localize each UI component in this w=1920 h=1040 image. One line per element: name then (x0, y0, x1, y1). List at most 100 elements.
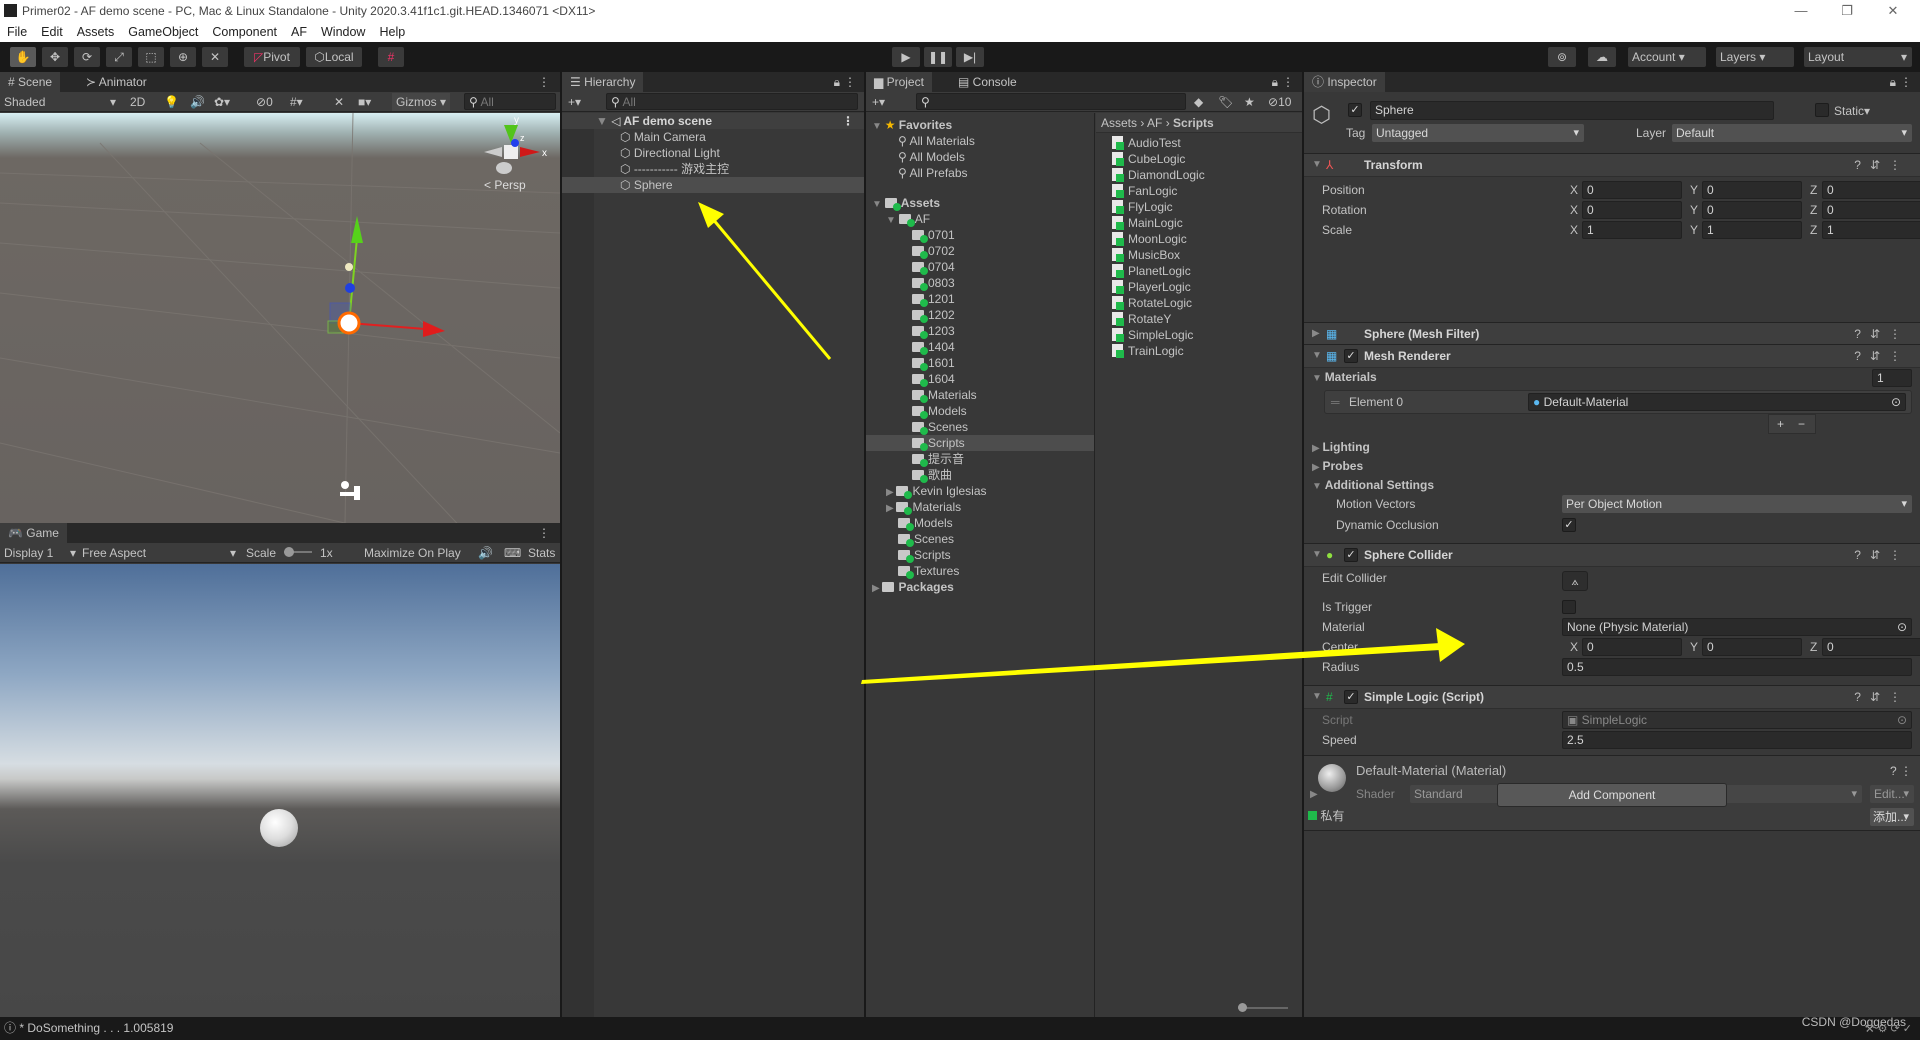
search-by-type-icon[interactable]: ◆ (1194, 93, 1203, 111)
project-folder[interactable]: Scripts (866, 435, 1094, 451)
motion-vectors-dropdown[interactable]: Per Object Motion (1562, 495, 1912, 513)
grid-snap-icon[interactable]: # (378, 47, 404, 67)
position-y-input[interactable]: 0 (1702, 181, 1802, 199)
script-file[interactable]: MoonLogic (1096, 230, 1302, 246)
play-button[interactable]: ▶ (892, 47, 920, 67)
restore-button[interactable]: ❐ (1824, 0, 1870, 22)
scene-search-input[interactable]: ⚲ All (464, 93, 556, 110)
project-folder[interactable]: ▶ Materials (866, 499, 1094, 515)
project-folder[interactable]: Models (866, 515, 1094, 531)
menu-window[interactable]: Window (321, 22, 365, 42)
active-checkbox[interactable]: ✓ (1348, 103, 1362, 117)
tab-animator[interactable]: ≻ Animator (78, 72, 155, 92)
assets-folder[interactable]: ▼ Assets (866, 195, 1094, 211)
script-file[interactable]: FlyLogic (1096, 198, 1302, 214)
hand-tool-icon[interactable]: ✋ (10, 47, 36, 67)
lighting-foldout[interactable]: ▶ Lighting (1312, 438, 1370, 458)
packages-folder[interactable]: ▶ Packages (866, 579, 1094, 595)
project-folder[interactable]: Textures (866, 563, 1094, 579)
hierarchy-more-icon[interactable]: ⋮ (836, 72, 864, 92)
maximize-on-play-toggle[interactable]: Maximize On Play (364, 544, 461, 562)
object-picker-icon[interactable]: ⊙ (1891, 394, 1901, 410)
hierarchy-item[interactable]: ⬡ Directional Light (562, 145, 864, 161)
edit-shader-button[interactable]: Edit... (1870, 785, 1914, 803)
probes-foldout[interactable]: ▶ Probes (1312, 457, 1363, 477)
position-y-axis-label[interactable]: Y (1690, 181, 1698, 199)
tab-inspector[interactable]: ⓘ Inspector (1304, 72, 1385, 92)
stats-toggle[interactable]: Stats (528, 544, 555, 562)
project-folder[interactable]: ▶ Kevin Iglesias (866, 483, 1094, 499)
project-folder[interactable]: 1203 (866, 323, 1094, 339)
tag-dropdown[interactable]: Untagged (1372, 124, 1584, 142)
collapse-arrow-icon[interactable]: ▶ (1310, 786, 1318, 804)
game-more-icon[interactable]: ⋮ (530, 523, 558, 543)
grid-dropdown-icon[interactable]: #▾ (290, 93, 303, 111)
scale-slider-thumb[interactable] (284, 547, 294, 557)
sphere-collider-enabled-checkbox[interactable]: ✓ (1344, 548, 1358, 562)
camera-dropdown-icon[interactable]: ■▾ (358, 93, 371, 111)
icon-size-slider[interactable] (1238, 1003, 1288, 1012)
project-folder[interactable]: 1601 (866, 355, 1094, 371)
scale-tool-icon[interactable]: ⤢ (106, 47, 132, 67)
is-trigger-checkbox[interactable] (1562, 600, 1576, 614)
scale-y-input[interactable]: 1 (1702, 221, 1802, 239)
object-picker-icon[interactable]: ⊙ (1897, 619, 1907, 635)
center-x-axis-label[interactable]: X (1570, 638, 1578, 656)
scene-viewport[interactable]: y x z < Persp (0, 113, 560, 523)
rotation-z-axis-label[interactable]: Z (1810, 201, 1817, 219)
favorite-item[interactable]: ⚲ All Prefabs (866, 165, 1094, 181)
dynamic-occlusion-checkbox[interactable]: ✓ (1562, 518, 1576, 532)
gameobject-cube-icon[interactable]: ⬡ (1312, 102, 1331, 128)
radius-input[interactable]: 0.5 (1562, 658, 1912, 676)
project-search-input[interactable]: ⚲ (916, 93, 1186, 110)
create-dropdown[interactable]: +▾ (872, 93, 885, 111)
cloud-icon[interactable]: ☁ (1588, 47, 1616, 67)
material-actions-icons[interactable]: ? ⋮ (1890, 762, 1912, 780)
pivot-button[interactable]: ◸Pivot (244, 47, 300, 67)
transform-tool-icon[interactable]: ⊕ (170, 47, 196, 67)
center-y-axis-label[interactable]: Y (1690, 638, 1698, 656)
project-folder[interactable]: 提示音 (866, 451, 1094, 467)
script-file[interactable]: PlanetLogic (1096, 262, 1302, 278)
script-file[interactable]: FanLogic (1096, 182, 1302, 198)
tools-icon[interactable]: ✕ (334, 93, 344, 111)
breadcrumb-assets[interactable]: Assets (1101, 116, 1137, 130)
script-file[interactable]: PlayerLogic (1096, 278, 1302, 294)
hierarchy-item[interactable]: ⬡ ----------- 游戏主控 (562, 161, 864, 177)
status-message[interactable]: * DoSomething . . . 1.005819 (19, 1021, 173, 1035)
script-file[interactable]: MainLogic (1096, 214, 1302, 230)
project-folder[interactable]: 1201 (866, 291, 1094, 307)
game-viewport[interactable] (0, 564, 560, 1017)
script-file[interactable]: SimpleLogic (1096, 326, 1302, 342)
scene-more-icon[interactable]: ⋮ (530, 72, 558, 92)
speed-input[interactable]: 2.5 (1562, 731, 1912, 749)
position-x-axis-label[interactable]: X (1570, 181, 1578, 199)
rotation-y-input[interactable]: 0 (1702, 201, 1802, 219)
hidden-objects-toggle[interactable]: ⊘0 (256, 93, 273, 111)
project-folder[interactable]: 1604 (866, 371, 1094, 387)
hierarchy-search-input[interactable]: ⚲ All (606, 93, 858, 110)
scale-x-input[interactable]: 1 (1582, 221, 1682, 239)
rotation-y-axis-label[interactable]: Y (1690, 201, 1698, 219)
component-actions-icons[interactable]: ?⇵⋮ (1854, 345, 1910, 367)
shading-mode-dropdown[interactable]: Shaded ▾ (4, 93, 120, 111)
menu-component[interactable]: Component (212, 22, 277, 42)
breadcrumb-scripts[interactable]: Scripts (1173, 116, 1214, 130)
step-button[interactable]: ▶| (956, 47, 984, 67)
add-component-button[interactable]: Add Component (1497, 783, 1727, 807)
static-dropdown[interactable]: Static▾ (1834, 102, 1870, 120)
layers-dropdown[interactable]: Layers ▾ (1716, 47, 1794, 67)
favorites-star-icon[interactable]: ★ (1244, 93, 1255, 111)
keyboard-icon[interactable]: ⌨ (504, 544, 521, 562)
local-button[interactable]: ⬡Local (306, 47, 362, 67)
tab-game[interactable]: 🎮 Game (0, 523, 67, 543)
tab-project[interactable]: ▆ Project (866, 72, 932, 92)
scene-root-row[interactable]: ▼ ◁ AF demo scene ⋮ (562, 113, 864, 129)
script-file[interactable]: CubeLogic (1096, 150, 1302, 166)
custom-tool-icon[interactable]: ✕ (202, 47, 228, 67)
project-folder[interactable]: Scenes (866, 531, 1094, 547)
scene-more-icon[interactable]: ⋮ (842, 113, 854, 129)
private-label-toggle[interactable]: 私有 (1308, 807, 1344, 825)
center-z-input[interactable]: 0 (1822, 638, 1920, 656)
minimize-button[interactable]: — (1778, 0, 1824, 22)
